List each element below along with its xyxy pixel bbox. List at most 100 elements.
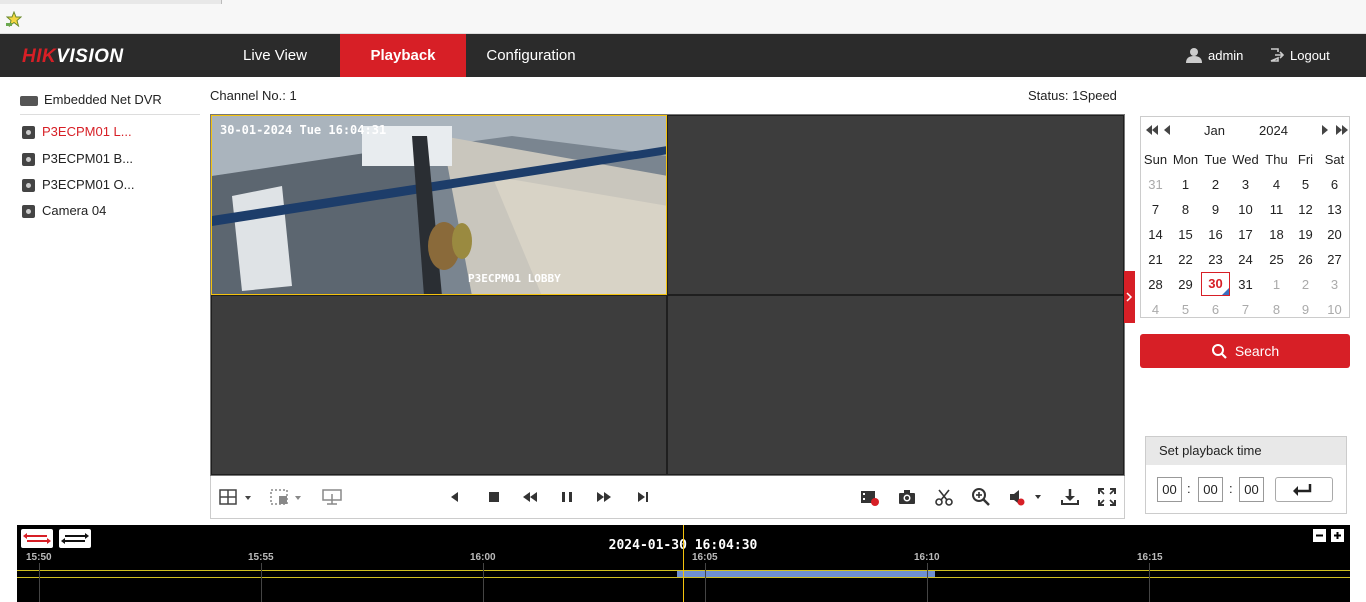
calendar-day[interactable]: 4 [1141,297,1170,322]
timeline-minus-button[interactable] [1313,529,1326,542]
timeline-zoom-in-button[interactable] [59,529,91,548]
search-button[interactable]: Search [1140,334,1350,368]
calendar-day[interactable]: 1 [1171,172,1200,197]
calendar-day[interactable]: 14 [1141,222,1170,247]
minute-input[interactable]: 00 [1198,477,1223,502]
calendar-day[interactable]: 15 [1171,222,1200,247]
calendar-day[interactable]: 2 [1291,272,1320,297]
calendar-day[interactable]: 2 [1201,172,1230,197]
calendar-day[interactable]: 18 [1262,222,1291,247]
calendar-day[interactable]: 27 [1320,247,1349,272]
timeline[interactable]: 2024-01-30 16:04:30 15:50 15:55 16:00 16… [17,525,1350,602]
clip-record-icon[interactable] [858,486,880,508]
camera-icon [22,179,35,192]
hour-input[interactable]: 00 [1157,477,1182,502]
speed-up-button[interactable] [593,486,615,508]
calendar-day[interactable]: 10 [1320,297,1349,322]
calendar-month: Jan [1204,123,1225,138]
timeline-plus-button[interactable] [1331,529,1344,542]
single-frame-button[interactable] [631,486,653,508]
calendar-day[interactable]: 12 [1291,197,1320,222]
camera-label: P3ECPM01 O... [42,177,135,192]
pause-button[interactable] [556,486,578,508]
calendar-day[interactable]: 25 [1262,247,1291,272]
audio-mute-icon[interactable] [1007,486,1043,508]
next-year-icon[interactable] [1335,124,1349,136]
timeline-grid-line [705,563,706,602]
device-node[interactable]: Embedded Net DVR [20,91,200,115]
video-window-1[interactable]: 30-01-2024 Tue 16:04:31 P3ECPM01 LOBBY [211,115,667,295]
go-time-button[interactable] [1275,477,1333,502]
minus-icon [1316,534,1323,537]
timeline-cursor[interactable] [683,525,684,602]
calendar-day[interactable]: 16 [1201,222,1230,247]
hikvision-logo: HIKVISION [22,46,124,67]
calendar-day[interactable]: 6 [1201,297,1230,322]
logout-label: Logout [1290,48,1330,63]
favorites-star-icon[interactable] [6,11,22,27]
calendar-day[interactable]: 31 [1231,272,1260,297]
video-window-4[interactable] [667,295,1124,475]
calendar-day[interactable]: 24 [1231,247,1260,272]
window-layout-button[interactable] [219,486,255,508]
calendar-day[interactable]: 1 [1262,272,1291,297]
prev-month-icon[interactable] [1163,124,1171,136]
calendar-day[interactable]: 23 [1201,247,1230,272]
download-icon[interactable] [1059,486,1081,508]
slow-down-button[interactable] [519,486,541,508]
calendar-day[interactable]: 7 [1141,197,1170,222]
calendar-day[interactable]: 5 [1171,297,1200,322]
calendar-day[interactable]: 26 [1291,247,1320,272]
calendar-day[interactable]: 11 [1262,197,1291,222]
collapse-panel-button[interactable] [1124,271,1135,323]
user-menu[interactable]: admin [1186,34,1243,77]
calendar-day[interactable]: 31 [1141,172,1170,197]
calendar-day[interactable]: 4 [1262,172,1291,197]
calendar-day[interactable]: 3 [1320,272,1349,297]
calendar-day[interactable]: 21 [1141,247,1170,272]
calendar-day[interactable]: 8 [1262,297,1291,322]
calendar-day[interactable]: 10 [1231,197,1260,222]
calendar-day[interactable]: 3 [1231,172,1260,197]
calendar-day[interactable]: 9 [1201,197,1230,222]
calendar-day[interactable]: 22 [1171,247,1200,272]
calendar-day[interactable]: 28 [1141,272,1170,297]
tab-configuration[interactable]: Configuration [466,34,596,77]
clip-scissors-icon[interactable] [933,486,955,508]
calendar-day[interactable]: 17 [1231,222,1260,247]
logout-button[interactable]: Logout [1270,34,1330,77]
fisheye-icon[interactable] [321,486,343,508]
second-input[interactable]: 00 [1239,477,1264,502]
fullscreen-icon[interactable] [1096,486,1118,508]
prev-year-icon[interactable] [1145,124,1159,136]
recording-segment[interactable] [677,571,935,577]
calendar-day[interactable]: 19 [1291,222,1320,247]
calendar-day[interactable]: 5 [1291,172,1320,197]
next-month-icon[interactable] [1321,124,1329,136]
playback-time-panel: Set playback time 00 : 00 : 00 [1145,436,1347,514]
digital-zoom-icon[interactable] [970,486,992,508]
tab-playback[interactable]: Playback [340,34,466,77]
calendar-day[interactable]: 6 [1320,172,1349,197]
timeline-tick-label: 16:05 [692,552,718,563]
browser-tab[interactable] [0,0,222,4]
video-grid: 30-01-2024 Tue 16:04:31 P3ECPM01 LOBBY [210,114,1125,476]
calendar-day[interactable]: 7 [1231,297,1260,322]
calendar-day[interactable]: 29 [1171,272,1200,297]
calendar-day[interactable]: 9 [1291,297,1320,322]
timeline-zoom-out-button[interactable] [21,529,53,548]
video-window-3[interactable] [211,295,667,475]
timeline-tick-label: 16:15 [1137,552,1163,563]
calendar-day[interactable]: 8 [1171,197,1200,222]
video-window-2[interactable] [667,115,1124,295]
capture-icon[interactable] [896,486,918,508]
calendar-day[interactable]: 20 [1320,222,1349,247]
stop-button[interactable] [483,486,505,508]
browser-bar [0,0,1366,34]
tab-live-view[interactable]: Live View [210,34,340,77]
weekday-label: Mon [1172,152,1199,167]
reverse-play-button[interactable] [444,486,466,508]
calendar-day[interactable]: 30 [1201,272,1230,296]
window-split-button[interactable] [269,486,305,508]
calendar-day[interactable]: 13 [1320,197,1349,222]
